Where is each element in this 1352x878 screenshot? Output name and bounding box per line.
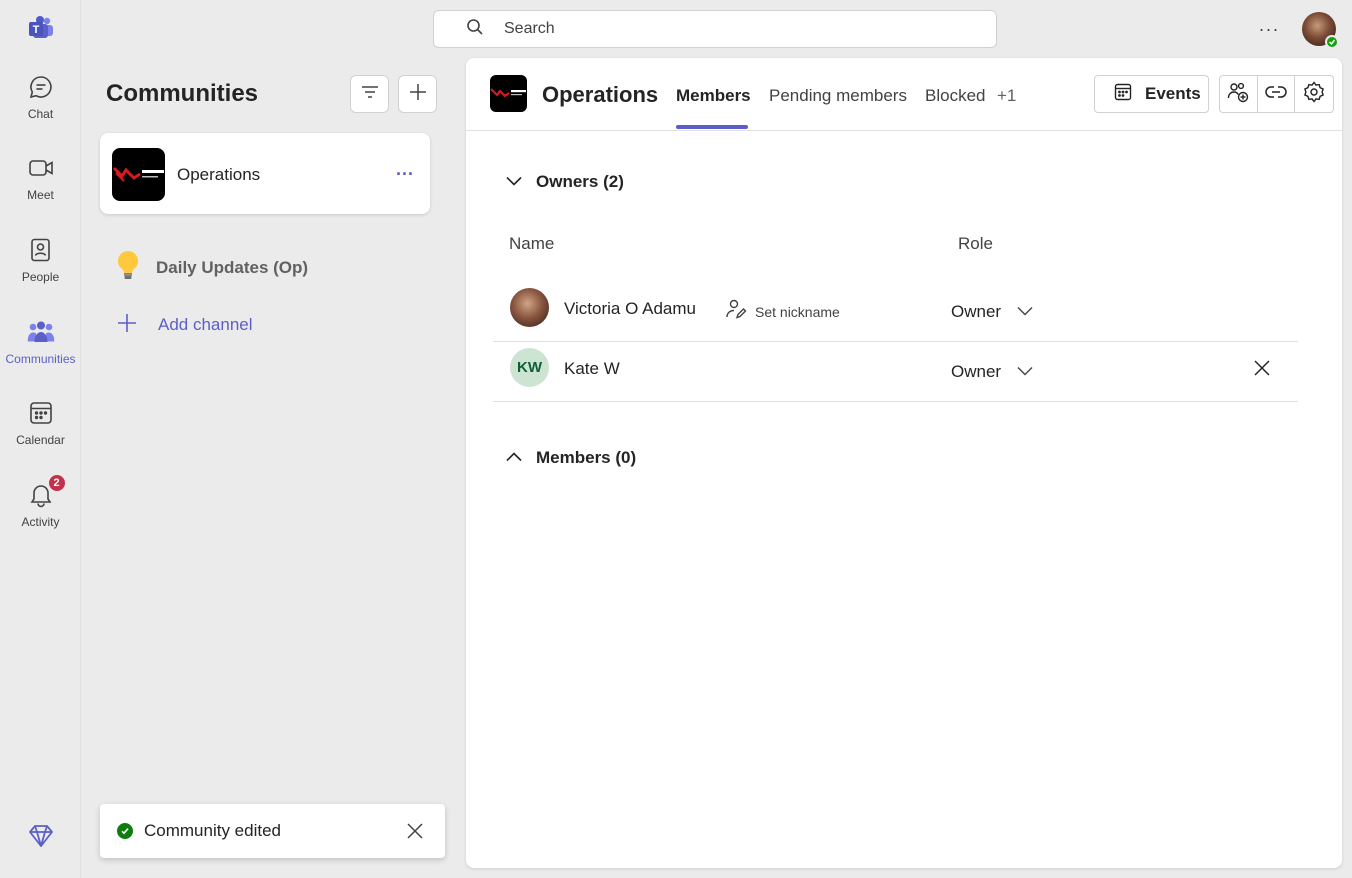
search-placeholder: Search: [504, 20, 555, 37]
rail-label-chat: Chat: [27, 107, 54, 121]
owners-section-toggle[interactable]: Owners (2): [506, 172, 624, 192]
members-section-label: Members (0): [536, 448, 637, 467]
events-button[interactable]: Events: [1094, 75, 1209, 113]
contacts-icon: [27, 236, 55, 264]
chevron-down-icon: [1017, 303, 1033, 321]
toast-message: Community edited: [144, 821, 282, 840]
filter-button[interactable]: [350, 75, 389, 113]
column-header-name: Name: [509, 234, 555, 253]
rail-label-communities: Communities: [5, 352, 76, 366]
tab-overflow[interactable]: +1: [997, 86, 1016, 106]
user-avatar[interactable]: [1302, 12, 1339, 49]
pane-header: Operations Members Pending members Block…: [466, 58, 1342, 131]
remove-member-icon[interactable]: [1252, 358, 1272, 378]
rail-item-calendar[interactable]: Calendar: [0, 399, 81, 469]
chevron-up-icon: [506, 449, 522, 467]
column-header-role: Role: [958, 234, 993, 253]
person-edit-icon: [725, 298, 747, 325]
tab-pending-members[interactable]: Pending members: [769, 86, 907, 106]
rail-label-calendar: Calendar: [16, 433, 65, 447]
add-member-button[interactable]: [1220, 76, 1258, 112]
avatar[interactable]: [510, 288, 549, 327]
set-nickname-button[interactable]: Set nickname: [725, 298, 840, 325]
add-channel-button[interactable]: Add channel: [116, 310, 253, 340]
set-nickname-label: Set nickname: [755, 303, 840, 320]
table-row: Victoria O Adamu Set nickname Owner: [493, 282, 1298, 342]
plus-icon: [116, 312, 138, 339]
link-icon: [1265, 85, 1287, 104]
communities-icon: [27, 318, 55, 346]
role-dropdown[interactable]: Owner: [951, 362, 1033, 382]
channel-label: Daily Updates (Op): [156, 258, 309, 277]
chevron-down-icon: [1017, 363, 1033, 381]
copy-link-button[interactable]: [1258, 76, 1296, 112]
header-actions: [1219, 75, 1334, 113]
owners-section-label: Owners (2): [536, 172, 624, 191]
calendar-icon: [1114, 83, 1132, 106]
community-logo: [112, 148, 165, 201]
teams-logo-icon[interactable]: T: [27, 14, 55, 42]
community-card-operations[interactable]: Operations ···: [100, 133, 430, 214]
community-more-icon[interactable]: ···: [390, 163, 420, 185]
active-tab-indicator: [676, 125, 748, 129]
toast-notification: Community edited: [100, 804, 445, 858]
community-details-pane: Operations Members Pending members Block…: [466, 58, 1342, 868]
table-row: KW Kate W Owner: [493, 342, 1298, 402]
rail-item-communities[interactable]: Communities: [0, 318, 81, 388]
rail-label-activity: Activity: [21, 515, 60, 529]
settings-button[interactable]: [1295, 76, 1333, 112]
gear-icon: [1303, 80, 1325, 108]
search-bar[interactable]: Search: [433, 10, 997, 48]
filter-icon: [361, 85, 379, 104]
success-check-icon: [117, 823, 133, 839]
panel-title: Communities: [106, 80, 259, 107]
events-label: Events: [1145, 84, 1201, 103]
rail-label-meet: Meet: [27, 188, 54, 202]
plus-icon: [408, 82, 428, 107]
avatar[interactable]: KW: [510, 348, 549, 387]
new-community-button[interactable]: [398, 75, 437, 113]
more-options-icon[interactable]: ···: [1256, 18, 1282, 40]
presence-available-icon: [1325, 35, 1339, 49]
channel-daily-updates[interactable]: Daily Updates (Op): [114, 250, 308, 286]
bell-icon: 2: [27, 473, 67, 509]
member-name: Kate W: [564, 359, 620, 378]
community-name: Operations: [177, 165, 261, 184]
community-logo: [490, 75, 527, 112]
chevron-down-icon: [506, 173, 522, 191]
app-rail: T Chat Meet People Communities Calendar …: [0, 0, 81, 878]
rail-item-people[interactable]: People: [0, 236, 81, 306]
premium-diamond-icon[interactable]: [27, 822, 55, 850]
rail-item-activity[interactable]: 2 Activity: [0, 473, 81, 551]
svg-text:T: T: [33, 24, 40, 36]
role-dropdown[interactable]: Owner: [951, 302, 1033, 322]
tab-members[interactable]: Members: [676, 86, 751, 106]
close-icon[interactable]: [405, 821, 425, 841]
lightbulb-icon: [114, 249, 142, 288]
rail-item-chat[interactable]: Chat: [0, 73, 81, 143]
add-people-icon: [1227, 81, 1249, 108]
activity-badge: 2: [46, 473, 67, 493]
calendar-icon: [27, 399, 55, 427]
rail-item-meet[interactable]: Meet: [0, 154, 81, 224]
member-name: Victoria O Adamu: [564, 299, 696, 318]
role-value: Owner: [951, 302, 1002, 321]
members-section-toggle[interactable]: Members (0): [506, 448, 636, 468]
search-icon: [466, 18, 484, 41]
role-value: Owner: [951, 362, 1002, 381]
community-title: Operations: [542, 82, 659, 107]
tab-blocked[interactable]: Blocked: [925, 86, 985, 106]
rail-label-people: People: [21, 270, 60, 284]
video-icon: [27, 154, 55, 182]
chat-icon: [27, 73, 55, 101]
add-channel-label: Add channel: [158, 315, 253, 334]
